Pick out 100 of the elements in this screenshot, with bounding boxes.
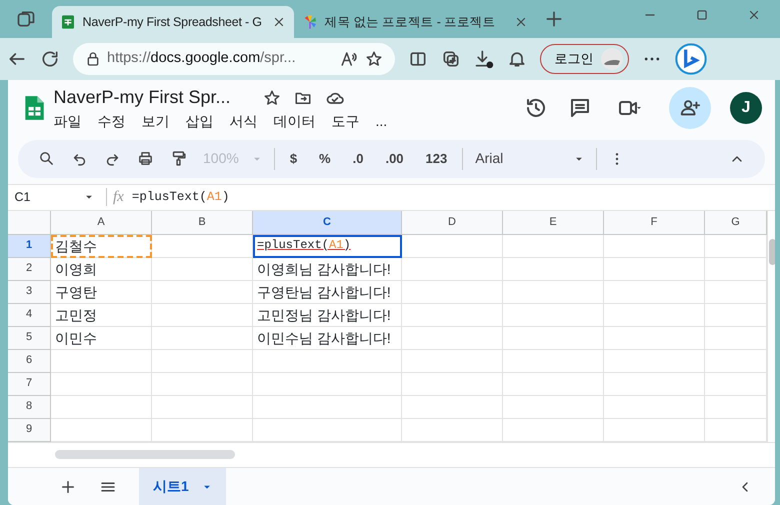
cell-editor[interactable]: =plusText(A1) — [253, 234, 402, 258]
name-box[interactable]: C1 — [8, 188, 100, 207]
menu-item[interactable]: 삽입 — [178, 111, 222, 132]
format-button[interactable]: .0 — [342, 144, 374, 173]
browser-tab[interactable]: 제목 없는 프로젝트 - 프로젝트 — [294, 6, 536, 38]
account-avatar[interactable]: J — [730, 92, 762, 124]
collections-icon[interactable] — [440, 49, 460, 69]
select-all-corner[interactable] — [8, 210, 51, 234]
table-cell[interactable] — [503, 396, 604, 418]
table-cell[interactable] — [152, 372, 253, 396]
table-cell[interactable] — [604, 280, 705, 304]
table-cell[interactable] — [503, 372, 604, 396]
format-button[interactable]: 123 — [414, 144, 458, 173]
table-cell[interactable] — [253, 396, 402, 418]
table-cell[interactable] — [51, 350, 152, 372]
table-cell[interactable] — [503, 326, 604, 350]
table-cell[interactable] — [402, 396, 503, 418]
table-cell[interactable] — [503, 258, 604, 280]
print-icon[interactable] — [137, 150, 154, 168]
column-header[interactable]: C — [253, 210, 402, 234]
table-cell[interactable]: 김철수 — [51, 234, 152, 258]
format-button[interactable]: % — [308, 144, 342, 173]
row-header[interactable]: 5 — [8, 326, 51, 350]
star-icon[interactable] — [263, 88, 282, 107]
browser-tab[interactable]: NaverP-my First Spreadsheet - G — [52, 6, 294, 38]
table-cell[interactable] — [402, 280, 503, 304]
format-button[interactable]: .00 — [374, 144, 415, 173]
address-bar[interactable]: https://docs.google.com/spr... — [72, 43, 394, 75]
row-header[interactable]: 1 — [8, 234, 51, 258]
column-header[interactable]: F — [604, 210, 705, 234]
close-icon[interactable] — [514, 15, 528, 29]
menu-item[interactable]: 보기 — [134, 111, 178, 132]
maximize-icon[interactable] — [695, 8, 709, 22]
table-cell[interactable] — [51, 372, 152, 396]
horizontal-scrollbar[interactable] — [55, 450, 235, 460]
table-cell[interactable] — [152, 326, 253, 350]
column-header[interactable]: B — [152, 210, 253, 234]
row-header[interactable]: 6 — [8, 350, 51, 372]
menu-item[interactable]: 수정 — [90, 111, 134, 132]
document-title[interactable]: NaverP-my First Spr... — [54, 84, 231, 112]
login-button[interactable]: 로그인 — [540, 44, 629, 74]
search-icon[interactable] — [38, 150, 55, 168]
table-cell[interactable] — [503, 350, 604, 372]
paint-format-icon[interactable] — [170, 150, 187, 168]
vertical-scrollbar[interactable] — [767, 210, 775, 442]
table-cell[interactable] — [152, 258, 253, 280]
table-cell[interactable] — [604, 304, 705, 326]
row-header[interactable]: 8 — [8, 396, 51, 418]
table-cell[interactable] — [51, 396, 152, 418]
row-header[interactable]: 7 — [8, 372, 51, 396]
close-icon[interactable] — [272, 15, 286, 29]
column-header[interactable]: D — [402, 210, 503, 234]
column-header[interactable]: G — [705, 210, 767, 234]
table-cell[interactable]: 이민수 — [51, 326, 152, 350]
menu-item[interactable]: 서식 — [222, 111, 266, 132]
table-cell[interactable] — [604, 326, 705, 350]
table-cell[interactable] — [604, 258, 705, 280]
table-cell[interactable] — [152, 280, 253, 304]
menu-item[interactable]: 데이터 — [266, 111, 324, 132]
table-cell[interactable] — [604, 372, 705, 396]
row-header[interactable]: 3 — [8, 280, 51, 304]
table-cell[interactable] — [503, 234, 604, 258]
table-cell[interactable] — [402, 304, 503, 326]
chat-assistant-icon[interactable] — [675, 43, 707, 75]
table-cell[interactable] — [253, 372, 402, 396]
read-aloud-icon[interactable] — [340, 50, 358, 68]
table-cell[interactable] — [402, 258, 503, 280]
table-cell[interactable] — [253, 350, 402, 372]
table-cell[interactable] — [503, 304, 604, 326]
column-header[interactable]: E — [503, 210, 604, 234]
row-header[interactable]: 4 — [8, 304, 51, 326]
table-cell[interactable]: 고민정님 감사합니다! — [253, 304, 402, 326]
column-header[interactable]: A — [51, 210, 152, 234]
table-cell[interactable] — [152, 304, 253, 326]
row-header[interactable]: 2 — [8, 258, 51, 280]
table-cell[interactable]: 구영탄님 감사합니다! — [253, 280, 402, 304]
menu-item[interactable]: 도구 — [324, 111, 368, 132]
format-button[interactable]: $ — [278, 144, 308, 173]
sheet-tab[interactable]: 시트1 — [139, 468, 226, 505]
table-cell[interactable]: 고민정 — [51, 304, 152, 326]
font-dropdown[interactable]: Arial — [467, 144, 592, 173]
menu-item[interactable]: ... — [368, 111, 396, 132]
new-tab-icon[interactable] — [544, 9, 564, 29]
formula-input[interactable]: =plusText(A1) — [132, 188, 775, 207]
table-cell[interactable]: 구영탄 — [51, 280, 152, 304]
table-cell[interactable] — [402, 350, 503, 372]
row-header[interactable]: 9 — [8, 418, 51, 442]
menu-item[interactable]: 파일 — [46, 111, 90, 132]
table-cell[interactable] — [604, 234, 705, 258]
tab-actions-icon[interactable] — [16, 9, 36, 29]
table-cell[interactable] — [152, 350, 253, 372]
download-icon[interactable] — [474, 49, 494, 69]
table-cell[interactable] — [152, 396, 253, 418]
table-cell[interactable] — [402, 326, 503, 350]
table-cell[interactable]: 이영희님 감사합니다! — [253, 258, 402, 280]
table-cell[interactable]: 이영희 — [51, 258, 152, 280]
reload-icon[interactable] — [40, 49, 60, 69]
table-cell[interactable] — [402, 234, 503, 258]
star-icon[interactable] — [364, 50, 382, 68]
table-cell[interactable] — [604, 350, 705, 372]
